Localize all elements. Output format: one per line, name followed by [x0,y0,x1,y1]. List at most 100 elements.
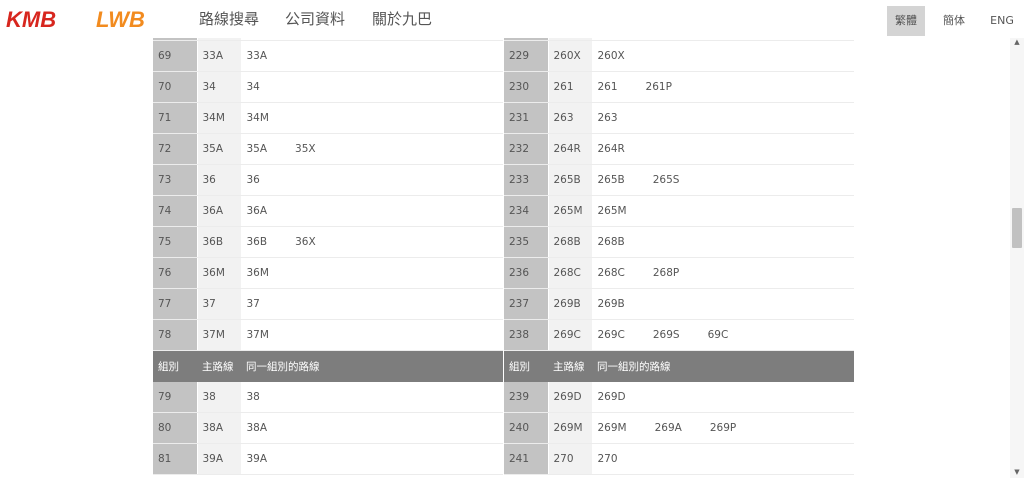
main-route[interactable]: 269M [548,412,593,444]
main-route[interactable]: 37 [197,288,242,320]
main-route[interactable]: 34 [197,71,242,103]
route-link[interactable]: 261P [646,81,672,93]
route-link[interactable]: 37M [247,329,269,341]
main-route[interactable]: 265B [548,164,593,196]
group-number: 237 [504,288,549,320]
scroll-up-icon[interactable]: ▲ [1010,38,1024,46]
same-group-routes: 36M [241,257,503,289]
route-link[interactable]: 33A [247,50,268,62]
route-link[interactable]: 270 [598,453,618,465]
main-route[interactable]: 36A [197,195,242,227]
route-link[interactable]: 268B [598,236,625,248]
same-group-routes: 269M 269A 269P [592,412,854,444]
route-link[interactable]: 260X [598,50,625,62]
main-route[interactable]: 269C [548,319,593,351]
route-link[interactable]: 39A [247,453,268,465]
kmb-logo[interactable]: KMB [6,6,86,32]
route-link[interactable]: 34M [247,112,269,124]
group-number: 71 [153,102,198,134]
route-link[interactable]: 269S [653,329,680,341]
group-number: 232 [504,133,549,165]
nav-about-kmb[interactable]: 關於九巴 [372,0,432,38]
route-link[interactable]: 36B [247,236,268,248]
table-row: 69 33A 33A [153,40,503,72]
route-link[interactable]: 268C [598,267,625,279]
route-link[interactable]: 269D [598,391,626,403]
route-link[interactable]: 263 [598,112,618,124]
same-group-routes: 260X [592,40,854,72]
route-link[interactable]: 265M [598,205,627,217]
group-number: 234 [504,195,549,227]
route-link[interactable]: 36M [247,267,269,279]
route-link[interactable]: 36A [247,205,268,217]
table-row: 78 37M 37M [153,319,503,351]
lang-english[interactable]: ENG [983,6,1021,36]
route-link[interactable]: 265B [598,174,625,186]
main-route[interactable]: 36B [197,226,242,258]
table-row: 79 38 38 [153,381,503,413]
route-link[interactable]: 35X [295,143,316,155]
table-row: 230 261 261 261P [504,71,854,103]
table-row: 70 34 34 [153,71,503,103]
group-number: 77 [153,288,198,320]
main-route[interactable]: 261 [548,71,593,103]
route-link[interactable]: 268P [653,267,679,279]
route-link[interactable]: 36 [247,174,260,186]
main-route[interactable]: 269B [548,288,593,320]
route-link[interactable]: 264R [598,143,625,155]
same-group-routes: 35A 35X [241,133,503,165]
same-group-routes: 265M [592,195,854,227]
main-route[interactable]: 263 [548,102,593,134]
table-row: 75 36B 36B 36X [153,226,503,258]
route-link[interactable]: 37 [247,298,260,310]
lwb-logo[interactable]: LWB [96,6,176,32]
route-link[interactable]: 269B [598,298,625,310]
main-route[interactable]: 36 [197,164,242,196]
route-link[interactable]: 269P [710,422,736,434]
main-route[interactable]: 33A [197,40,242,72]
nav-route-search[interactable]: 路線搜尋 [199,0,259,38]
scrollbar-thumb[interactable] [1012,207,1022,248]
main-route[interactable]: 268B [548,226,593,258]
route-link[interactable]: 265S [653,174,680,186]
main-route[interactable]: 36M [197,257,242,289]
same-group-routes: 38 [241,381,503,413]
route-link[interactable]: 269M [598,422,627,434]
route-link[interactable]: 69C [708,329,729,341]
main-route[interactable]: 260X [548,40,593,72]
scroll-down-icon[interactable]: ▼ [1010,468,1024,476]
route-link[interactable]: 269A [655,422,682,434]
group-number: 81 [153,443,198,475]
main-route[interactable]: 38A [197,412,242,444]
table-header-row: 組別 主路線 同一組別的路線 [153,350,503,382]
group-number: 236 [504,257,549,289]
table-header-row: 組別 主路線 同一組別的路線 [504,350,854,382]
main-route[interactable]: 269D [548,381,593,413]
group-number: 80 [153,412,198,444]
main-route-header: 主路線 [197,350,241,382]
lang-simplified[interactable]: 簡体 [935,6,973,36]
route-link[interactable]: 34 [247,81,260,93]
route-link[interactable]: 36X [295,236,316,248]
main-route[interactable]: 37M [197,319,242,351]
route-link[interactable]: 261 [598,81,618,93]
main-route[interactable]: 35A [197,133,242,165]
main-route[interactable]: 264R [548,133,593,165]
main-route[interactable]: 265M [548,195,593,227]
group-number: 74 [153,195,198,227]
main-route[interactable]: 34M [197,102,242,134]
main-route[interactable]: 39A [197,443,242,475]
route-link[interactable]: 269C [598,329,625,341]
route-link[interactable]: 35A [247,143,268,155]
main-route[interactable]: 268C [548,257,593,289]
table-row: 71 34M 34M [153,102,503,134]
main-route[interactable]: 270 [548,443,593,475]
same-group-routes: 36 [241,164,503,196]
route-link[interactable]: 38A [247,422,268,434]
nav-company-info[interactable]: 公司資料 [285,0,345,38]
route-link[interactable]: 38 [247,391,260,403]
page-scrollbar[interactable]: ▲ ▼ [1010,38,1024,478]
main-route[interactable]: 38 [197,381,242,413]
same-group-routes: 37 [241,288,503,320]
lang-traditional[interactable]: 繁體 [887,6,925,36]
